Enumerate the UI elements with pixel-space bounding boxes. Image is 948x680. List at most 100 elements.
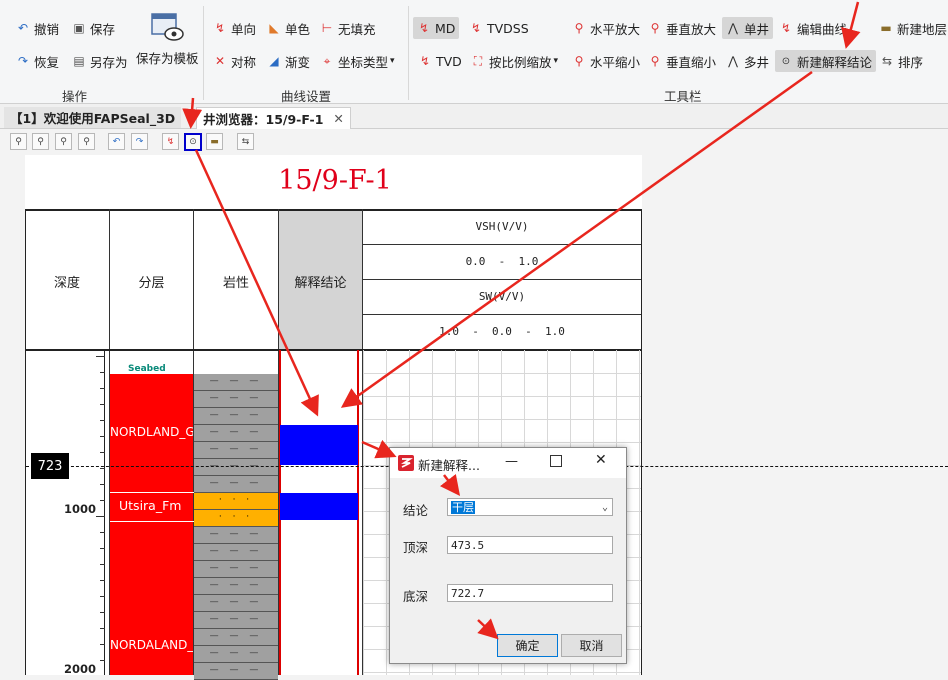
close-icon[interactable]: ✕ bbox=[595, 452, 607, 468]
undo-icon[interactable]: ↶ bbox=[108, 133, 125, 150]
interp-block-1[interactable] bbox=[280, 425, 358, 465]
multi-well-icon: ⋀ bbox=[728, 54, 738, 68]
sw-curve-range: 1.0 - 0.0 - 1.0 bbox=[439, 325, 565, 338]
depth-tick bbox=[100, 420, 105, 421]
h-zoom-out-icon: ⚲ bbox=[574, 54, 584, 68]
layer-boundary bbox=[110, 521, 194, 522]
symmetric-button[interactable]: ✕ 对称 bbox=[213, 50, 256, 72]
multi-well-button[interactable]: ⋀ 多井 bbox=[726, 50, 769, 72]
undo-button[interactable]: ↶ 撤销 bbox=[16, 17, 59, 39]
lithology-shale: — — — bbox=[194, 442, 278, 459]
top-depth-label: 顶深 bbox=[403, 540, 429, 555]
depth-label-2000: 2000 bbox=[64, 662, 97, 676]
single-well-button[interactable]: ⋀ 单井 bbox=[722, 17, 774, 39]
save-button[interactable]: ▣ 保存 bbox=[72, 17, 115, 39]
undo-icon: ↶ bbox=[17, 21, 29, 35]
template-eye-icon bbox=[151, 13, 184, 41]
new-interp-button[interactable]: ⊙ 新建解释结论 bbox=[775, 50, 877, 72]
close-icon[interactable]: ✕ bbox=[333, 111, 343, 126]
md-button[interactable]: ↯ MD bbox=[413, 17, 460, 39]
v-zoom-in-button[interactable]: ⚲ 垂直放大 bbox=[648, 17, 716, 39]
tvdss-button[interactable]: ↯ TVDSS bbox=[469, 17, 529, 39]
gradient-button[interactable]: ◢ 渐变 bbox=[267, 50, 310, 72]
h-zoom-in-icon: ⚲ bbox=[574, 21, 584, 35]
lithology-shale: — — — bbox=[194, 561, 278, 578]
md-icon: ↯ bbox=[418, 21, 430, 35]
sort-button[interactable]: ⇆ 排序 bbox=[880, 50, 923, 72]
v-zoom-in-icon[interactable]: ⚲ bbox=[55, 133, 72, 150]
v-zoom-out-icon: ⚲ bbox=[650, 54, 660, 68]
depth-tick bbox=[100, 660, 105, 661]
depth-tick bbox=[96, 516, 105, 517]
minimize-icon[interactable]: — bbox=[505, 454, 518, 469]
depth-tick bbox=[100, 532, 105, 533]
lithology-shale: — — — bbox=[194, 629, 278, 646]
cursor-depth-badge: 723 bbox=[31, 453, 69, 479]
depth-tick bbox=[100, 468, 105, 469]
save-template-button[interactable]: 保存为模板 bbox=[136, 10, 199, 70]
lithology-shale: — — — bbox=[194, 476, 278, 493]
bottom-depth-input[interactable]: 722.7 bbox=[447, 584, 613, 602]
new-interp-icon[interactable]: ⊙ bbox=[184, 133, 202, 151]
lithology-shale: — — — bbox=[194, 459, 278, 476]
no-fill-button[interactable]: ⊢ 无填充 bbox=[320, 17, 376, 39]
single-color-icon: ◣ bbox=[269, 21, 279, 35]
maximize-icon[interactable] bbox=[550, 455, 562, 467]
redo-icon[interactable]: ↷ bbox=[131, 133, 148, 150]
depth-tick bbox=[100, 388, 105, 389]
edit-curve-icon: ↯ bbox=[780, 21, 792, 35]
tvd-button[interactable]: ↯ TVD bbox=[418, 50, 462, 72]
layer-label-utsira: Utsira_Fm bbox=[119, 498, 182, 513]
single-well-icon: ⋀ bbox=[728, 21, 738, 35]
edit-curve-button[interactable]: ↯ 编辑曲线 bbox=[779, 17, 847, 39]
lithology-sand: · · · bbox=[194, 510, 278, 527]
tab-well-browser[interactable]: 井浏览器：15/9-F-1 ✕ bbox=[196, 107, 351, 129]
vsh-curve-range: 0.0 - 1.0 bbox=[465, 255, 539, 268]
layer-boundary bbox=[110, 492, 194, 493]
chevron-down-icon: ▾ bbox=[390, 56, 395, 66]
v-zoom-out-button[interactable]: ⚲ 垂直缩小 bbox=[648, 50, 716, 72]
sw-curve-name: SW(V/V) bbox=[478, 290, 526, 303]
chevron-down-icon: ⌄ bbox=[601, 502, 608, 513]
v-zoom-out-icon[interactable]: ⚲ bbox=[78, 133, 95, 150]
single-color-button[interactable]: ◣ 单色 bbox=[267, 17, 310, 39]
grid-line bbox=[363, 672, 641, 673]
ok-button[interactable]: 确定 bbox=[497, 634, 558, 657]
new-layer-icon[interactable]: ▬ bbox=[206, 133, 223, 150]
depth-tick bbox=[100, 436, 105, 437]
redo-button[interactable]: ↷ 恢复 bbox=[16, 50, 59, 72]
edit-curve-icon[interactable]: ↯ bbox=[162, 133, 179, 150]
depth-tick bbox=[100, 628, 105, 629]
lithology-shale: — — — bbox=[194, 374, 278, 391]
save-as-button[interactable]: ▤ 另存为 bbox=[72, 50, 127, 72]
group-separator bbox=[203, 6, 204, 100]
h-zoom-in-icon[interactable]: ⚲ bbox=[10, 133, 27, 150]
h-zoom-in-button[interactable]: ⚲ 水平放大 bbox=[572, 17, 640, 39]
coord-type-icon: ⌖ bbox=[323, 53, 331, 68]
depth-tick bbox=[100, 372, 105, 373]
h-zoom-out-icon[interactable]: ⚲ bbox=[32, 133, 49, 150]
tab-welcome[interactable]: 【1】欢迎使用FAPSeal_3D bbox=[4, 107, 182, 128]
v-zoom-in-icon: ⚲ bbox=[650, 21, 660, 35]
lithology-shale: — — — bbox=[194, 408, 278, 425]
scale-zoom-icon: ⛶ bbox=[473, 53, 483, 68]
conclusion-select[interactable]: 干层 ⌄ bbox=[447, 498, 613, 516]
top-depth-input[interactable]: 473.5 bbox=[447, 536, 613, 554]
interp-block-2[interactable] bbox=[280, 493, 358, 520]
new-layer-button[interactable]: ▬ 新建地层 bbox=[879, 17, 947, 39]
lithology-sand: · · · bbox=[194, 493, 278, 510]
bottom-depth-label: 底深 bbox=[403, 589, 429, 604]
one-way-icon: ↯ bbox=[214, 21, 226, 35]
sort-icon[interactable]: ⇆ bbox=[237, 133, 254, 150]
one-way-button[interactable]: ↯ 单向 bbox=[213, 17, 256, 39]
coord-type-dropdown[interactable]: ⌖ 坐标类型 ▾ bbox=[320, 50, 395, 72]
conclusion-label: 结论 bbox=[403, 503, 429, 518]
lithology-shale: — — — bbox=[194, 544, 278, 561]
cancel-button[interactable]: 取消 bbox=[561, 634, 622, 657]
depth-tick bbox=[100, 404, 105, 405]
sort-icon: ⇆ bbox=[881, 54, 893, 68]
h-zoom-out-button[interactable]: ⚲ 水平缩小 bbox=[572, 50, 640, 72]
tvdss-icon: ↯ bbox=[470, 21, 482, 35]
layer-label-nordaland: NORDALAND_GP bbox=[110, 638, 193, 652]
scale-zoom-dropdown[interactable]: ⛶ 按比例缩放 ▾ bbox=[471, 50, 558, 72]
